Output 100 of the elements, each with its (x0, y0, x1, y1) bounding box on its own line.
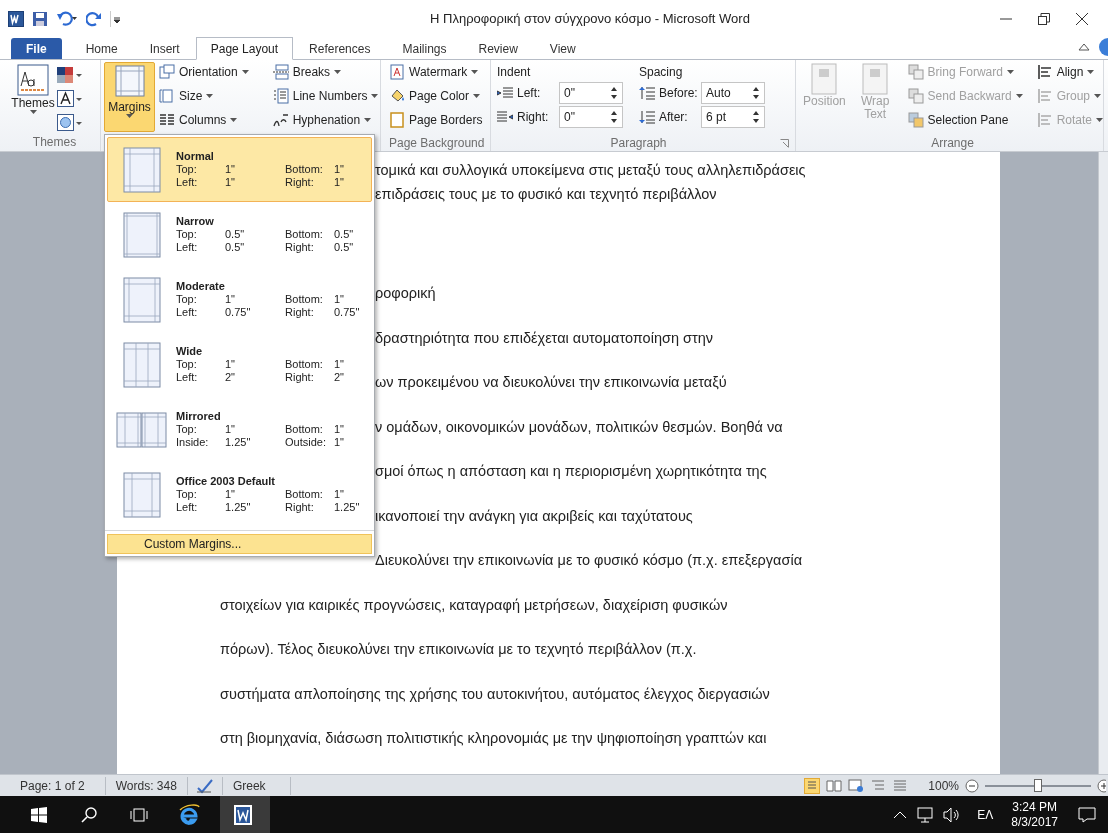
zoom-out-icon[interactable] (965, 778, 979, 793)
network-icon[interactable] (917, 806, 936, 823)
layers-icon (907, 88, 924, 104)
group-caption: Page Background (389, 135, 484, 151)
margins-button[interactable]: Margins (104, 62, 155, 132)
page-break-icon (272, 64, 289, 80)
ribbon-dropdown-button[interactable]: Page Color (389, 87, 484, 105)
theme-effects-icon[interactable] (57, 114, 83, 132)
theme-colors-icon[interactable] (57, 66, 83, 84)
customize-toolbar-icon[interactable] (110, 11, 120, 27)
ribbon-dropdown-button[interactable]: Size (159, 87, 265, 105)
ribbon-tab[interactable]: Review (462, 38, 534, 59)
dropdown-caret-icon (471, 70, 479, 74)
watermark-icon (389, 64, 405, 80)
dropdown-caret-icon (241, 70, 249, 74)
ribbon-dropdown-button[interactable]: Line Numbers (272, 87, 379, 105)
spin-field[interactable]: 6 pt (701, 106, 765, 128)
align-objects-icon (1036, 112, 1053, 128)
redo-icon[interactable] (86, 11, 102, 27)
margin-preset-item[interactable]: Office 2003 Default Top: 1" Bottom: 1" Left: 1.25" Right: 1.25" (107, 462, 372, 527)
align-objects-icon (1036, 88, 1053, 104)
dropdown-caret-icon (230, 118, 238, 122)
ribbon-tab[interactable]: Home (69, 38, 134, 59)
group-caption: Paragraph (609, 135, 668, 151)
ribbon-tab[interactable]: Page Layout (195, 37, 294, 60)
margin-preset-item[interactable]: Moderate Top: 1" Bottom: 1" Left: 0.75" Right: 0.75" (107, 267, 372, 332)
field-label: Before: (659, 85, 697, 102)
zoom-level[interactable]: 100% (928, 776, 959, 795)
collapse-ribbon-icon[interactable] (1078, 42, 1090, 52)
ribbon-tab[interactable]: View (533, 38, 592, 59)
position-icon (811, 63, 838, 95)
document-text-line: τομικά και συλλογικά υποκείμενα στις μεταξύ τους αλληλεπιδράσεις (375, 161, 806, 181)
clock-time[interactable]: 3:24 PM (1012, 799, 1057, 815)
margin-preset-item[interactable]: Wide Top: 1" Bottom: 1" Left: 2" Right: 2" (107, 332, 372, 397)
start-icon[interactable] (31, 806, 47, 823)
themes-button[interactable]: Themes (13, 64, 53, 132)
vertical-scrollbar[interactable] (1098, 152, 1108, 774)
close-icon[interactable] (1076, 13, 1088, 25)
search-icon[interactable] (81, 806, 97, 823)
spinner-arrows-icon[interactable] (752, 86, 760, 100)
undo-icon[interactable] (56, 11, 78, 27)
ribbon-tab[interactable]: Insert (133, 38, 196, 59)
ribbon-dropdown-button[interactable]: Orientation (159, 63, 265, 81)
word-app-icon[interactable] (8, 11, 24, 27)
taskbar-word-button[interactable] (220, 796, 270, 833)
spinner-arrows-icon[interactable] (610, 110, 618, 124)
align-objects-icon (1036, 64, 1053, 80)
spinner-arrows-icon[interactable] (752, 110, 760, 124)
margin-preset-item[interactable]: Narrow Top: 0.5" Bottom: 0.5" Left: 0.5" Right: 0.5" (107, 202, 372, 267)
ribbon-dropdown-button[interactable]: Page Borders (389, 111, 484, 129)
save-icon[interactable] (32, 11, 48, 27)
clock-date[interactable]: 8/3/2017 (1011, 814, 1058, 830)
custom-margins-item[interactable]: Custom Margins... (107, 534, 372, 554)
ribbon-dropdown-button[interactable]: Watermark (389, 63, 484, 81)
web-layout-icon[interactable] (848, 777, 865, 794)
notifications-icon[interactable] (1078, 806, 1096, 823)
ribbon-dropdown-button[interactable]: Columns (159, 111, 265, 129)
browser-icon[interactable] (178, 803, 200, 826)
arrange-button[interactable]: Align (1036, 63, 1103, 81)
margin-preset-item[interactable]: Normal Top: 1" Bottom: 1" Left: 1" Right: 1" (107, 137, 372, 202)
margins-icon (114, 65, 145, 97)
dropdown-caret-icon (1094, 94, 1101, 98)
speaker-icon[interactable] (943, 806, 962, 823)
ribbon-dropdown-button[interactable]: Breaks (272, 63, 379, 81)
help-icon[interactable] (1098, 38, 1108, 56)
zoom-in-icon[interactable] (1097, 778, 1106, 793)
restore-icon[interactable] (1038, 13, 1050, 25)
spin-field[interactable]: 0" (559, 106, 623, 128)
keyboard-language[interactable]: ΕΛ (977, 805, 994, 824)
word-count[interactable]: Words: 348 (105, 776, 188, 795)
spacing-before-icon (639, 86, 655, 100)
themes-icon (17, 64, 49, 96)
task-view-icon[interactable] (130, 807, 148, 822)
ribbon-tab[interactable]: File (11, 38, 62, 59)
document-text-line: συστήματα απλοποίησης της χρήσης του αυτοκινήτου, αυτόματος έλεγχος διεργασιών (220, 684, 770, 704)
spin-field[interactable]: Auto (701, 82, 765, 104)
reading-layout-icon[interactable] (826, 777, 843, 794)
page-margins-icon (123, 146, 161, 193)
document-text-line: ν ομάδων, οικονομικών μονάδων, πολιτικών θεσμών. Βοηθά να (375, 417, 783, 437)
chevron-up-icon[interactable] (893, 809, 908, 820)
ribbon-tab[interactable]: Mailings (386, 38, 463, 59)
dialog-launcher-icon[interactable] (780, 139, 789, 148)
layers-icon (907, 112, 924, 128)
spin-field[interactable]: 0" (559, 82, 623, 104)
theme-fonts-icon[interactable] (57, 90, 83, 108)
indent-heading: Indent (497, 64, 532, 81)
dropdown-caret-icon (1015, 94, 1023, 98)
page-margins-icon (123, 211, 161, 258)
page-count[interactable]: Page: 1 of 2 (0, 776, 106, 795)
language-indicator[interactable]: Greek (221, 776, 291, 795)
group-caption: Arrange (930, 135, 975, 151)
spinner-arrows-icon[interactable] (610, 86, 618, 100)
proofing-icon[interactable] (195, 777, 214, 794)
arrange-button[interactable]: Selection Pane (907, 111, 1023, 129)
zoom-slider-thumb[interactable] (1034, 778, 1042, 792)
ribbon-tab[interactable]: References (293, 38, 387, 59)
document-text-line: ροφορική (375, 284, 436, 304)
ribbon-dropdown-button[interactable]: Hyphenation (272, 111, 379, 129)
margin-preset-item[interactable]: Mirrored Top: 1" Bottom: 1" Inside: 1.25" Outside: 1" (107, 397, 372, 462)
indent-left-icon (497, 86, 513, 100)
